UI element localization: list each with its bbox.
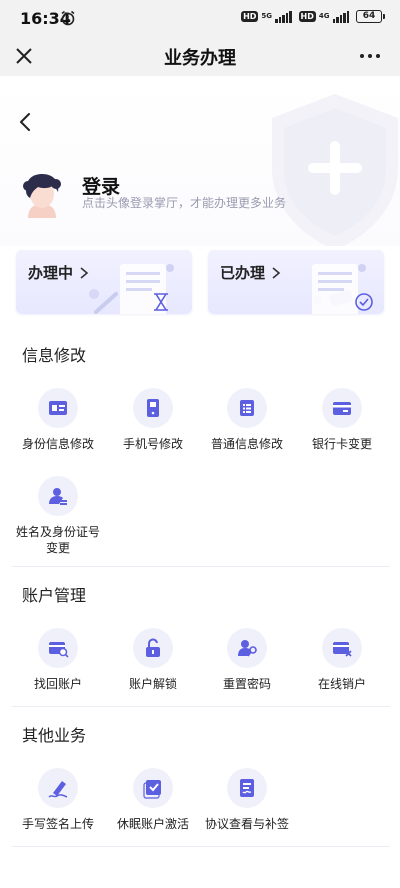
in-progress-label: 办理中 — [28, 264, 74, 282]
item-label: 身份信息修改 — [21, 437, 94, 451]
id-card-icon — [49, 401, 67, 415]
item-label: 在线销户 — [317, 677, 366, 691]
network-4g-label: 4G — [318, 12, 330, 20]
completed-label: 已办理 — [220, 264, 266, 282]
grid-item-id-info-edit[interactable]: 身份信息修改 — [8, 388, 108, 452]
more-icon — [360, 54, 364, 58]
grid-item-name-id-change[interactable]: 姓名及身份证号 变更 — [8, 476, 108, 556]
agreement-icon — [240, 779, 254, 797]
signal-icon-2 — [332, 10, 349, 23]
grid-item-signature-upload[interactable]: 手写签名上传 — [8, 768, 108, 832]
phone-icon — [147, 399, 159, 417]
grid-item-dormant-activation[interactable]: 休眠账户激活 — [103, 768, 203, 832]
alarm-icon — [60, 10, 76, 30]
bank-card-icon — [333, 402, 351, 415]
divider — [12, 566, 390, 567]
item-label: 重置密码 — [222, 677, 271, 691]
shield-icon — [272, 94, 398, 246]
card-cancel-icon — [333, 642, 352, 657]
completed-card[interactable]: 已办理 — [208, 250, 384, 314]
grid-item-bank-card-change[interactable]: 银行卡变更 — [292, 388, 392, 452]
grid-item-unlock-account[interactable]: 账户解锁 — [103, 628, 203, 692]
item-label-line2: 变更 — [45, 541, 70, 555]
nav-bar: 业务办理 — [0, 36, 400, 76]
item-label: 手写签名上传 — [21, 817, 94, 831]
status-bar: 16:34 HD 5G HD 4G 64 — [0, 0, 400, 36]
signature-icon — [48, 781, 68, 798]
grid-item-phone-edit[interactable]: 手机号修改 — [103, 388, 203, 452]
list-doc-icon — [240, 400, 254, 416]
divider — [12, 846, 390, 847]
grid-item-agreement-view[interactable]: 协议查看与补签 — [197, 768, 297, 832]
in-progress-card[interactable]: 办理中 — [16, 250, 192, 314]
grid-item-recover-account[interactable]: 找回账户 — [8, 628, 108, 692]
item-label: 手机号修改 — [122, 437, 183, 451]
grid-item-reset-password[interactable]: 重置密码 — [197, 628, 297, 692]
hd-badge: HD — [241, 11, 259, 22]
avatar[interactable] — [20, 172, 64, 220]
section-title-account: 账户管理 — [22, 586, 87, 605]
item-label-line1: 姓名及身份证号 — [15, 525, 100, 539]
back-button[interactable] — [14, 110, 38, 134]
document-hourglass-icon — [89, 264, 174, 314]
check-doc-icon — [143, 780, 161, 799]
section-title-other: 其他业务 — [22, 726, 87, 745]
user-edit-icon — [49, 488, 67, 505]
signal-icon — [275, 10, 292, 23]
item-label: 协议查看与补签 — [204, 817, 289, 831]
document-check-icon — [312, 264, 373, 314]
section-title-info-edit: 信息修改 — [22, 346, 87, 365]
user-key-icon — [238, 640, 257, 657]
item-label: 休眠账户激活 — [116, 817, 189, 831]
item-label: 普通信息修改 — [210, 437, 283, 451]
item-label: 账户解锁 — [128, 677, 177, 691]
hd-badge-2: HD — [298, 11, 316, 22]
item-label: 找回账户 — [33, 677, 82, 691]
page-title: 业务办理 — [164, 48, 236, 69]
card-find-icon — [49, 642, 69, 658]
more-menu-button[interactable] — [354, 42, 386, 70]
divider — [12, 706, 390, 707]
battery-icon: 64 — [356, 10, 385, 23]
grid-item-general-info-edit[interactable]: 普通信息修改 — [197, 388, 297, 452]
grid-item-close-account[interactable]: 在线销户 — [292, 628, 392, 692]
network-5g-label: 5G — [261, 12, 273, 20]
login-header: 登录 点击头像登录掌厅，才能办理更多业务 — [0, 76, 400, 246]
item-label: 银行卡变更 — [311, 437, 372, 451]
unlock-icon — [146, 638, 160, 657]
login-subtitle: 点击头像登录掌厅，才能办理更多业务 — [82, 196, 287, 210]
